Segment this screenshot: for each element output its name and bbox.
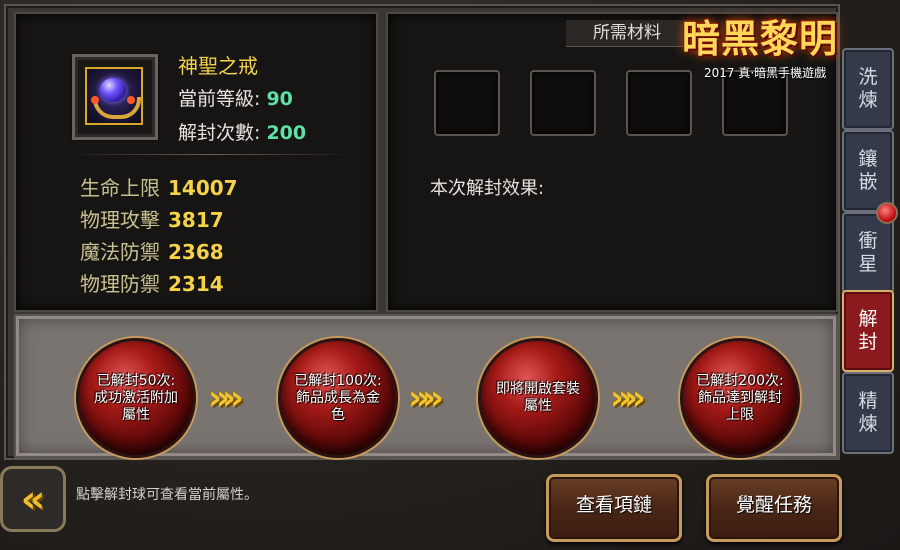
material-slot[interactable] (434, 70, 500, 136)
attr-row-hp: 生命上限 14007 (80, 172, 238, 201)
attr-label: 魔法防禦 (80, 240, 160, 264)
double-chevron-icon: »» (408, 378, 444, 418)
ring-gem-right (127, 96, 135, 104)
material-slot[interactable] (530, 70, 596, 136)
attr-label: 物理攻擊 (80, 208, 160, 232)
hint-text: 點擊解封球可查看當前屬性。 (76, 487, 258, 503)
item-info-panel: 神聖之戒 當前等級: 90 解封次數: 200 生命上限 14007 物理攻擊 38… (14, 12, 378, 312)
tab-refine[interactable]: 精煉 (842, 372, 894, 454)
attr-row-phys-atk: 物理攻擊 3817 (80, 204, 224, 233)
milestone-text: 已解封200次:飾品達到解封上限 (696, 372, 784, 423)
back-button[interactable]: « (0, 466, 66, 532)
current-level: 當前等級: 90 (178, 84, 293, 111)
double-chevron-icon: »» (208, 378, 244, 418)
tab-label: 解封 (858, 308, 878, 353)
milestone-orb-100[interactable]: 已解封100次:飾品成長為金色 (278, 338, 398, 458)
attr-value: 2314 (168, 272, 224, 296)
item-icon-slot[interactable] (72, 54, 158, 140)
arrow-left-icon: « (20, 477, 46, 521)
milestone-strip: 已解封50次:成功激活附加屬性 »» 已解封100次:飾品成長為金色 »» 即將… (14, 314, 838, 458)
tab-inlay[interactable]: 鑲嵌 (842, 130, 894, 212)
milestone-orb-200[interactable]: 已解封200次:飾品達到解封上限 (680, 338, 800, 458)
attr-value: 3817 (168, 208, 224, 232)
game-logo: 暗黑黎明 2017 真·暗黑手機遊戲 (680, 8, 840, 84)
unseal-count: 解封次數: 200 (178, 118, 306, 145)
attr-value: 2368 (168, 240, 224, 264)
milestone-text: 已解封50次:成功激活附加屬性 (94, 372, 178, 423)
tab-label: 鑲嵌 (858, 148, 878, 193)
divider (66, 154, 356, 155)
ring-gem-left (91, 96, 99, 104)
attr-label: 生命上限 (80, 176, 160, 200)
view-necklace-button[interactable]: 查看項鏈 (546, 474, 682, 542)
milestone-text: 已解封100次:飾品成長為金色 (294, 372, 382, 423)
milestone-orb-set[interactable]: 即將開啟套裝屬性 (478, 338, 598, 458)
ring-gem (100, 78, 126, 102)
milestone-text: 即將開啟套裝屬性 (496, 381, 580, 414)
notification-dot (876, 202, 898, 224)
attr-label: 物理防禦 (80, 272, 160, 296)
tab-label: 衝星 (858, 230, 878, 275)
attr-value: 14007 (168, 176, 238, 200)
materials-header: 所需材料 (566, 20, 688, 47)
tab-label: 精煉 (858, 390, 878, 435)
tab-label: 洗煉 (858, 66, 878, 111)
tab-star-up[interactable]: 衝星 (842, 212, 894, 294)
unseal-label: 解封次數: (178, 122, 261, 144)
logo-title: 暗黑黎明 (682, 16, 839, 61)
unseal-value: 200 (266, 122, 307, 144)
tab-unseal[interactable]: 解封 (842, 290, 894, 372)
attr-row-magic-def: 魔法防禦 2368 (80, 236, 224, 265)
awaken-quest-button[interactable]: 覺醒任務 (706, 474, 842, 542)
attr-row-phys-def: 物理防禦 2314 (80, 268, 224, 297)
level-value: 90 (266, 88, 293, 110)
item-name: 神聖之戒 (178, 54, 258, 78)
tab-refine-wash[interactable]: 洗煉 (842, 48, 894, 130)
ring-icon (85, 67, 143, 125)
double-chevron-icon: »» (610, 378, 646, 418)
unseal-effect-label: 本次解封效果: (430, 178, 545, 199)
logo-subtitle: 2017 真·暗黑手機遊戲 (704, 66, 827, 80)
milestone-orb-50[interactable]: 已解封50次:成功激活附加屬性 (76, 338, 196, 458)
level-label: 當前等級: (178, 88, 261, 110)
